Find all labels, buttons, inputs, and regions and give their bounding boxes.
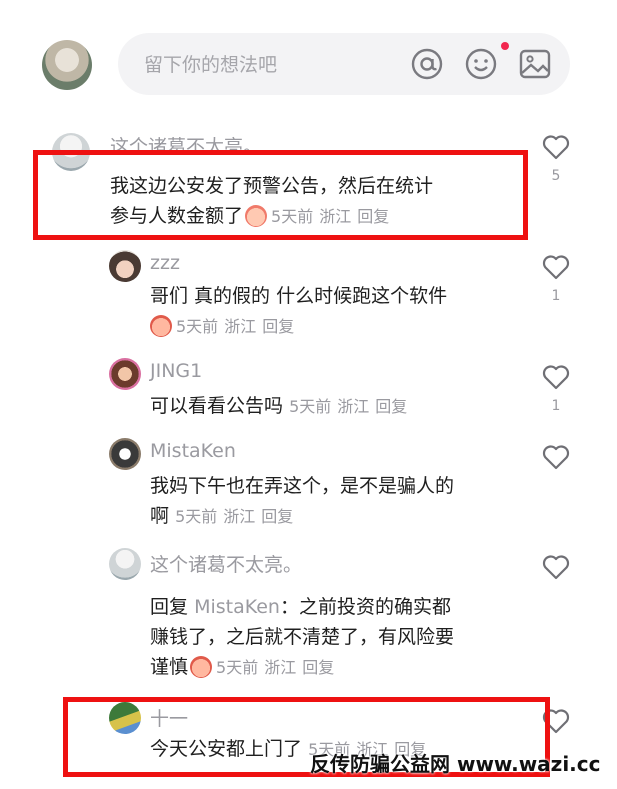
- comment-item: MistaKen 我妈下午也在弄这个，是不是骗人的 啊 5天前 浙江 回复: [0, 438, 617, 538]
- reply-button[interactable]: 回复: [261, 507, 293, 526]
- comment-location: 浙江: [223, 507, 256, 526]
- like-button[interactable]: [541, 554, 571, 584]
- comment-text-line: 哥们 真的假的 什么时候跑这个软件: [150, 285, 448, 307]
- heart-icon: [542, 445, 570, 470]
- image-icon[interactable]: [518, 47, 552, 81]
- comment-text: 可以看看公告吗 5天前 浙江 回复: [150, 391, 530, 422]
- comment-text-line-3: 谨慎 5天前 浙江 回复: [150, 652, 540, 683]
- comment-meta: 5天前 浙江 回复: [216, 658, 340, 677]
- highlight-box: [33, 150, 528, 240]
- avatar[interactable]: [109, 250, 141, 282]
- comment-time: 5天前: [289, 397, 332, 416]
- avatar[interactable]: [109, 438, 141, 470]
- watermark: 反传防骗公益网 www.wazi.cc: [310, 752, 601, 776]
- comment-time: 5天前: [176, 317, 219, 336]
- at-icon[interactable]: [410, 47, 444, 81]
- comment-item: zzz 哥们 真的假的 什么时候跑这个软件 5天前 浙江 回复 1: [0, 250, 617, 340]
- comment-text-line2: 啊: [150, 505, 170, 527]
- comment-location: 浙江: [337, 397, 370, 416]
- comment-location: 浙江: [264, 658, 297, 677]
- comment-meta: 5天前 浙江 回复: [289, 397, 413, 416]
- comment-text-line: 赚钱了，之后就不清楚了，有风险要: [150, 626, 455, 648]
- like-button[interactable]: 5: [541, 134, 571, 184]
- heart-icon: [542, 135, 570, 160]
- comment-item: JING1 可以看看公告吗 5天前 浙江 回复 1: [0, 358, 617, 428]
- heart-icon: [542, 555, 570, 580]
- reply-button[interactable]: 回复: [302, 658, 334, 677]
- comment-input[interactable]: 留下你的想法吧: [118, 33, 570, 95]
- avatar[interactable]: [109, 358, 141, 390]
- reply-target-name[interactable]: MistaKen: [194, 596, 280, 618]
- like-count: 1: [551, 288, 561, 304]
- heart-icon: [542, 255, 570, 280]
- my-avatar[interactable]: [42, 40, 92, 90]
- like-button[interactable]: [541, 444, 571, 474]
- comment-author[interactable]: JING1: [150, 360, 202, 382]
- comment-text-line3: 谨慎: [150, 656, 189, 678]
- crying-emoji-icon: [150, 315, 172, 337]
- comment-time: 5天前: [175, 507, 218, 526]
- emoji-icon[interactable]: [464, 47, 498, 81]
- comment-text: 哥们 真的假的 什么时候跑这个软件 5天前 浙江 回复: [150, 281, 530, 342]
- comment-text-line: 可以看看公告吗 5天前 浙江 回复: [150, 391, 530, 422]
- comment-item: 这个诸葛不太亮。 回复 MistaKen：之前投资的确实都 赚钱了，之后就不清楚…: [0, 548, 617, 688]
- like-count: 1: [551, 398, 561, 414]
- comment-text: 回复 MistaKen：之前投资的确实都 赚钱了，之后就不清楚了，有风险要 谨慎…: [150, 592, 540, 683]
- comment-body: 可以看看公告吗: [150, 395, 284, 417]
- comment-input-placeholder: 留下你的想法吧: [144, 54, 278, 76]
- avatar[interactable]: [109, 548, 141, 580]
- comment-text-line: 回复 MistaKen：之前投资的确实都: [150, 592, 540, 622]
- heart-icon: [542, 365, 570, 390]
- comment-time: 5天前: [216, 658, 259, 677]
- comment-text-line: 我妈下午也在弄这个，是不是骗人的: [150, 475, 455, 497]
- comment-meta-line: 5天前 浙江 回复: [150, 311, 530, 342]
- comment-meta: 5天前 浙江 回复: [175, 507, 299, 526]
- comment-text: 我妈下午也在弄这个，是不是骗人的 啊 5天前 浙江 回复: [150, 471, 530, 532]
- comment-text-rest: ：之前投资的确实都: [279, 596, 451, 618]
- comment-location: 浙江: [224, 317, 257, 336]
- reply-button[interactable]: 回复: [375, 397, 407, 416]
- comment-author[interactable]: 这个诸葛不太亮。: [150, 550, 302, 577]
- comment-composer: 留下你的想法吧: [0, 0, 617, 100]
- like-count: 5: [551, 168, 561, 184]
- unread-dot: [501, 42, 509, 50]
- comment-author[interactable]: MistaKen: [150, 440, 236, 462]
- crying-emoji-icon: [190, 656, 213, 678]
- reply-prefix: 回复: [150, 596, 189, 618]
- comment-author[interactable]: zzz: [150, 252, 180, 274]
- comment-text-line-2: 啊 5天前 浙江 回复: [150, 501, 530, 532]
- like-button[interactable]: 1: [541, 364, 571, 414]
- like-button[interactable]: 1: [541, 254, 571, 304]
- comment-meta: 5天前 浙江 回复: [176, 317, 300, 336]
- reply-button[interactable]: 回复: [262, 317, 294, 336]
